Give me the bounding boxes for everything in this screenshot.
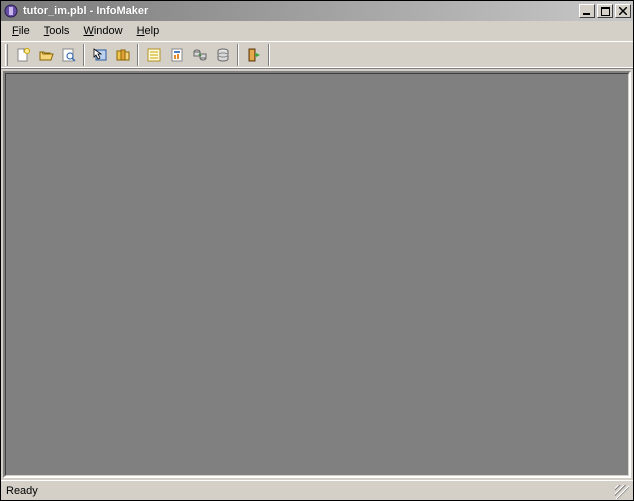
status-text: Ready	[4, 484, 615, 498]
report-button[interactable]	[165, 44, 188, 67]
minimize-button[interactable]	[579, 4, 595, 18]
library-button[interactable]	[111, 44, 134, 67]
toolbar-grip[interactable]	[5, 44, 8, 66]
toolbar	[1, 41, 633, 69]
status-bar: Ready	[1, 480, 633, 500]
new-button[interactable]	[11, 44, 34, 67]
menu-bar: File Tools Window Help	[1, 21, 633, 41]
toolbar-separator	[137, 44, 139, 66]
toolbar-separator	[237, 44, 239, 66]
client-area-frame	[3, 71, 631, 478]
open-button[interactable]	[34, 44, 57, 67]
app-window: tutor_im.pbl - InfoMaker File Tools Wind…	[0, 0, 634, 501]
toolbar-separator	[268, 44, 270, 66]
menu-file[interactable]: File	[5, 23, 37, 39]
app-icon	[3, 3, 19, 19]
window-controls	[577, 4, 631, 18]
database-button[interactable]	[211, 44, 234, 67]
toolbar-separator	[83, 44, 85, 66]
close-button[interactable]	[615, 4, 631, 18]
menu-help[interactable]: Help	[130, 23, 167, 39]
menu-tools[interactable]: Tools	[37, 23, 77, 39]
preview-button[interactable]	[57, 44, 80, 67]
resize-grip[interactable]	[615, 485, 629, 499]
menu-window[interactable]: Window	[76, 23, 129, 39]
title-bar[interactable]: tutor_im.pbl - InfoMaker	[1, 1, 633, 21]
window-title: tutor_im.pbl - InfoMaker	[22, 5, 577, 17]
form-button[interactable]	[142, 44, 165, 67]
mdi-client-area	[5, 73, 629, 476]
select-button[interactable]	[88, 44, 111, 67]
exit-button[interactable]	[242, 44, 265, 67]
pipeline-button[interactable]	[188, 44, 211, 67]
maximize-button[interactable]	[597, 4, 613, 18]
